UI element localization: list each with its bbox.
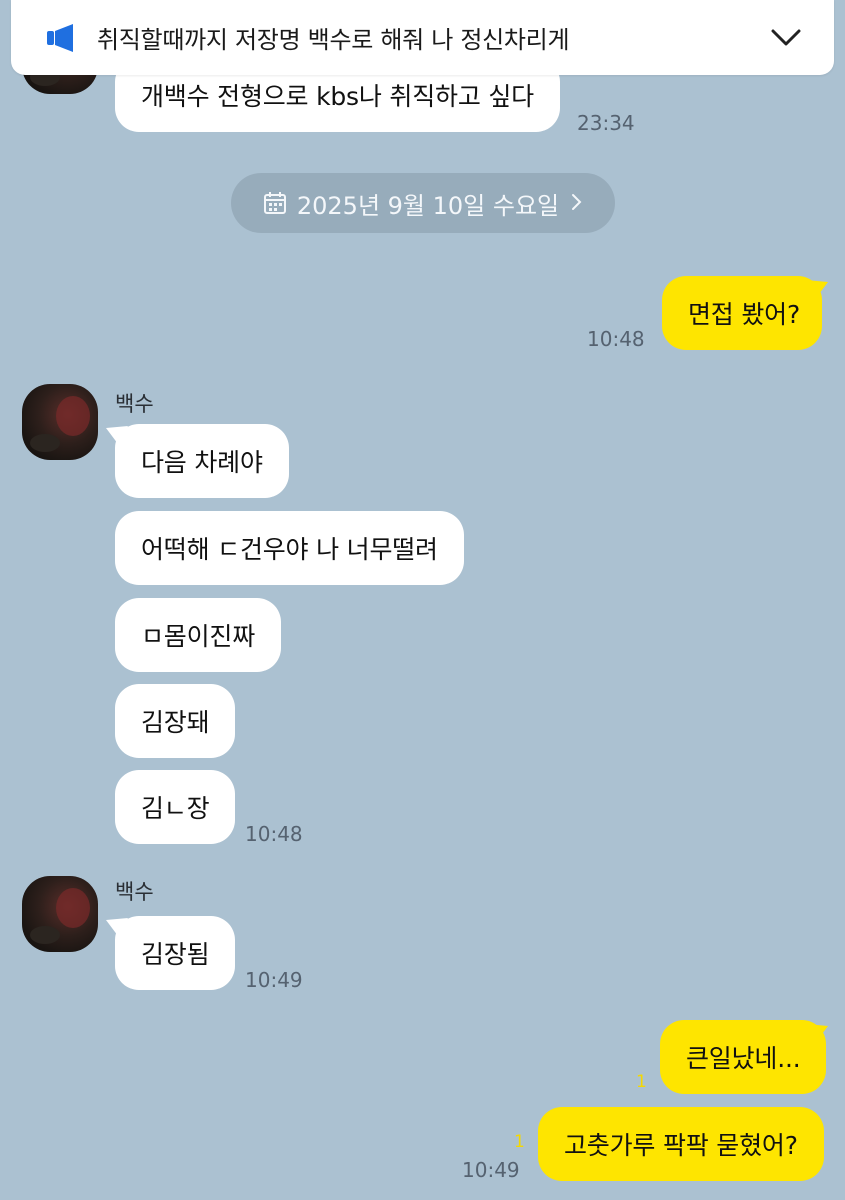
message-text: ㅁ몸이진짜 bbox=[141, 622, 256, 651]
message-time: 10:49 bbox=[462, 1158, 520, 1182]
notice-text: 취직할때까지 저장명 백수로 해줘 나 정신차리게 bbox=[97, 26, 570, 54]
megaphone-icon bbox=[45, 22, 79, 54]
sender-name: 백수 bbox=[115, 392, 154, 416]
bubble-tail bbox=[806, 280, 828, 298]
unread-count: 1 bbox=[514, 1132, 525, 1152]
message-text: 김ㄴ장 bbox=[141, 794, 210, 823]
chevron-down-icon[interactable] bbox=[756, 0, 816, 75]
date-divider[interactable]: 2025년 9월 10일 수요일 bbox=[231, 173, 615, 233]
message-text: 김장됨 bbox=[141, 940, 210, 969]
avatar[interactable] bbox=[22, 876, 98, 952]
message-bubble[interactable]: 큰일났네... bbox=[660, 1020, 827, 1094]
bubble-tail bbox=[806, 1024, 828, 1042]
date-label: 2025년 9월 10일 수요일 bbox=[296, 191, 560, 220]
message-text: 김장돼 bbox=[141, 708, 210, 737]
message-bubble[interactable]: 김장돼 bbox=[115, 684, 236, 758]
message-text: 면접 봤어? bbox=[688, 300, 801, 329]
message-bubble[interactable]: 면접 봤어? bbox=[662, 276, 822, 350]
notice-banner[interactable]: 취직할때까지 저장명 백수로 해줘 나 정신차리게 bbox=[11, 0, 834, 75]
message-time: 23:34 bbox=[577, 111, 635, 135]
message-bubble[interactable]: ㅁ몸이진짜 bbox=[115, 598, 282, 672]
message-bubble[interactable]: 김ㄴ장 bbox=[115, 770, 236, 844]
calendar-icon bbox=[263, 191, 287, 215]
message-time: 10:49 bbox=[245, 968, 303, 992]
message-bubble[interactable]: 김장됨 bbox=[115, 916, 236, 990]
message-bubble[interactable]: 다음 차례야 bbox=[115, 424, 289, 498]
avatar[interactable] bbox=[22, 384, 98, 460]
message-text: 개백수 전형으로 kbs나 취직하고 싶다 bbox=[141, 82, 534, 111]
message-text: 큰일났네... bbox=[686, 1044, 801, 1073]
sender-name: 백수 bbox=[115, 880, 154, 904]
unread-count: 1 bbox=[636, 1072, 647, 1092]
message-text: 어떡해 ㄷ건우야 나 너무떨려 bbox=[141, 535, 438, 564]
message-bubble[interactable]: 어떡해 ㄷ건우야 나 너무떨려 bbox=[115, 511, 464, 585]
message-text: 고춧가루 팍팍 묻혔어? bbox=[564, 1131, 798, 1160]
message-bubble[interactable]: 고춧가루 팍팍 묻혔어? bbox=[538, 1107, 824, 1181]
message-text: 다음 차례야 bbox=[141, 448, 263, 477]
chevron-right-icon bbox=[571, 189, 583, 217]
message-time: 10:48 bbox=[245, 822, 303, 846]
message-time: 10:48 bbox=[587, 327, 645, 351]
